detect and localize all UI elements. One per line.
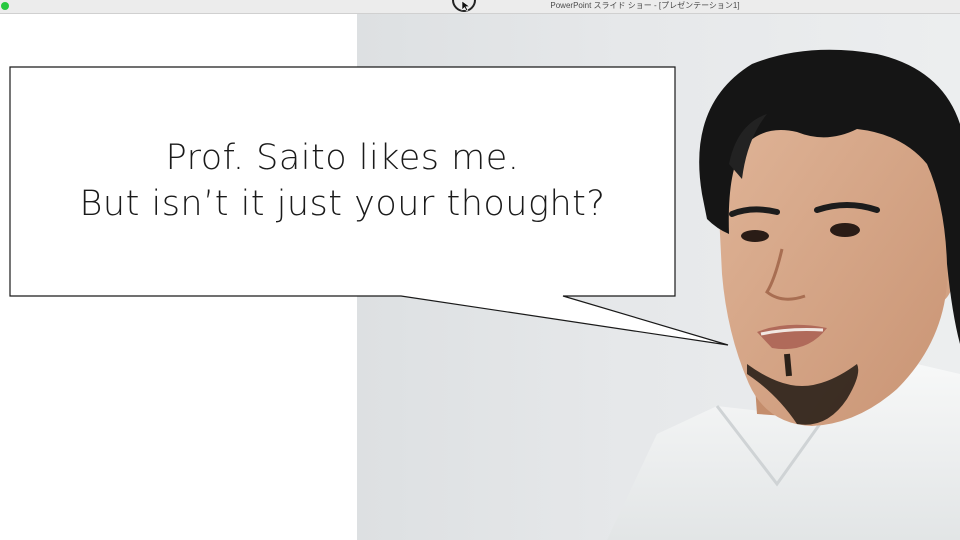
window-title: PowerPoint スライド ショー - [プレゼンテーション1] — [550, 1, 740, 10]
pointer-cursor-icon — [452, 0, 476, 12]
speech-bubble-text[interactable]: Prof. Saito likes me. But isn’t it just … — [10, 66, 675, 295]
slideshow-window: PowerPoint スライド ショー - [プレゼンテーション1] Prof.… — [0, 0, 960, 540]
speech-line-2: But isn’t it just your thought? — [79, 183, 606, 224]
title-bar[interactable]: PowerPoint スライド ショー - [プレゼンテーション1] — [0, 0, 960, 14]
slide-canvas[interactable]: Prof. Saito likes me. But isn’t it just … — [0, 14, 960, 540]
speech-line-1: Prof. Saito likes me. — [165, 137, 520, 178]
